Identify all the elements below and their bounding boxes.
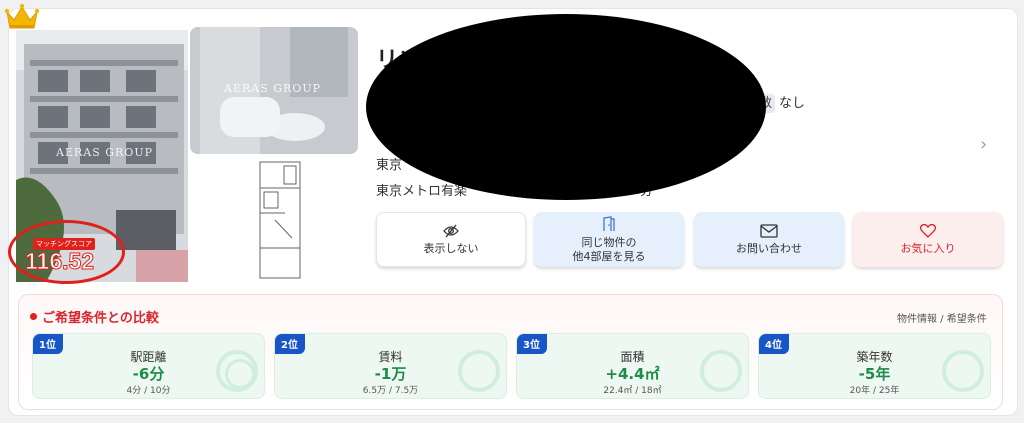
- favorite-button[interactable]: お気に入り: [853, 212, 1003, 267]
- floorplan-image[interactable]: [230, 158, 330, 283]
- comparison-diff: +4.4㎡: [605, 365, 660, 383]
- heart-icon: [920, 223, 936, 238]
- comparison-values: 6.5万 / 7.5万: [362, 386, 419, 396]
- score-value: 116.52: [24, 248, 95, 275]
- comparison-title: ご希望条件との比較: [30, 307, 159, 326]
- mail-icon: [760, 223, 778, 238]
- property-vs-preference-link[interactable]: 物件情報 / 希望条件: [897, 310, 987, 325]
- bullet-dot-icon: [30, 313, 37, 320]
- comparison-card-distance: 1位 駅距離 -6分 4分 / 10分: [32, 333, 265, 399]
- comparison-diff: -1万: [374, 365, 407, 383]
- chevron-right-icon[interactable]: ›: [980, 134, 987, 155]
- comparison-card-age: 4位 築年数 -5年 20年 / 25年: [758, 333, 991, 399]
- door-icon: [603, 215, 615, 231]
- same-building-rooms-button[interactable]: 同じ物件の 他4部屋を見る: [534, 212, 684, 267]
- contact-button[interactable]: お問い合わせ: [694, 212, 844, 267]
- comparison-values: 4分 / 10分: [126, 386, 171, 396]
- hide-label: 表示しない: [423, 241, 479, 255]
- room-photo[interactable]: AERAS GROUP: [190, 27, 358, 154]
- same-building-label-2: 他4部屋を見る: [572, 249, 646, 263]
- contact-label: お問い合わせ: [736, 241, 802, 255]
- comparison-title-text: ご希望条件との比較: [42, 311, 159, 326]
- comparison-card-rent: 2位 賃料 -1万 6.5万 / 7.5万: [274, 333, 507, 399]
- watermark: AERAS GROUP: [56, 146, 153, 159]
- comparison-values: 22.4㎡ / 18㎡: [603, 386, 662, 396]
- eye-off-icon: [443, 224, 459, 237]
- comparison-values: 20年 / 25年: [849, 386, 900, 396]
- same-building-label-1: 同じ物件の: [581, 235, 637, 249]
- feature-value: なし: [779, 96, 806, 111]
- comparison-diff: -5年: [858, 365, 891, 383]
- crown-icon: [4, 3, 40, 29]
- comparison-diff: -6分: [132, 365, 165, 383]
- watermark: AERAS GROUP: [224, 82, 321, 95]
- hide-button[interactable]: 表示しない: [376, 212, 526, 267]
- redaction-overlay: [366, 14, 766, 200]
- favorite-label: お気に入り: [900, 242, 956, 255]
- comparison-card-area: 3位 面積 +4.4㎡ 22.4㎡ / 18㎡: [516, 333, 749, 399]
